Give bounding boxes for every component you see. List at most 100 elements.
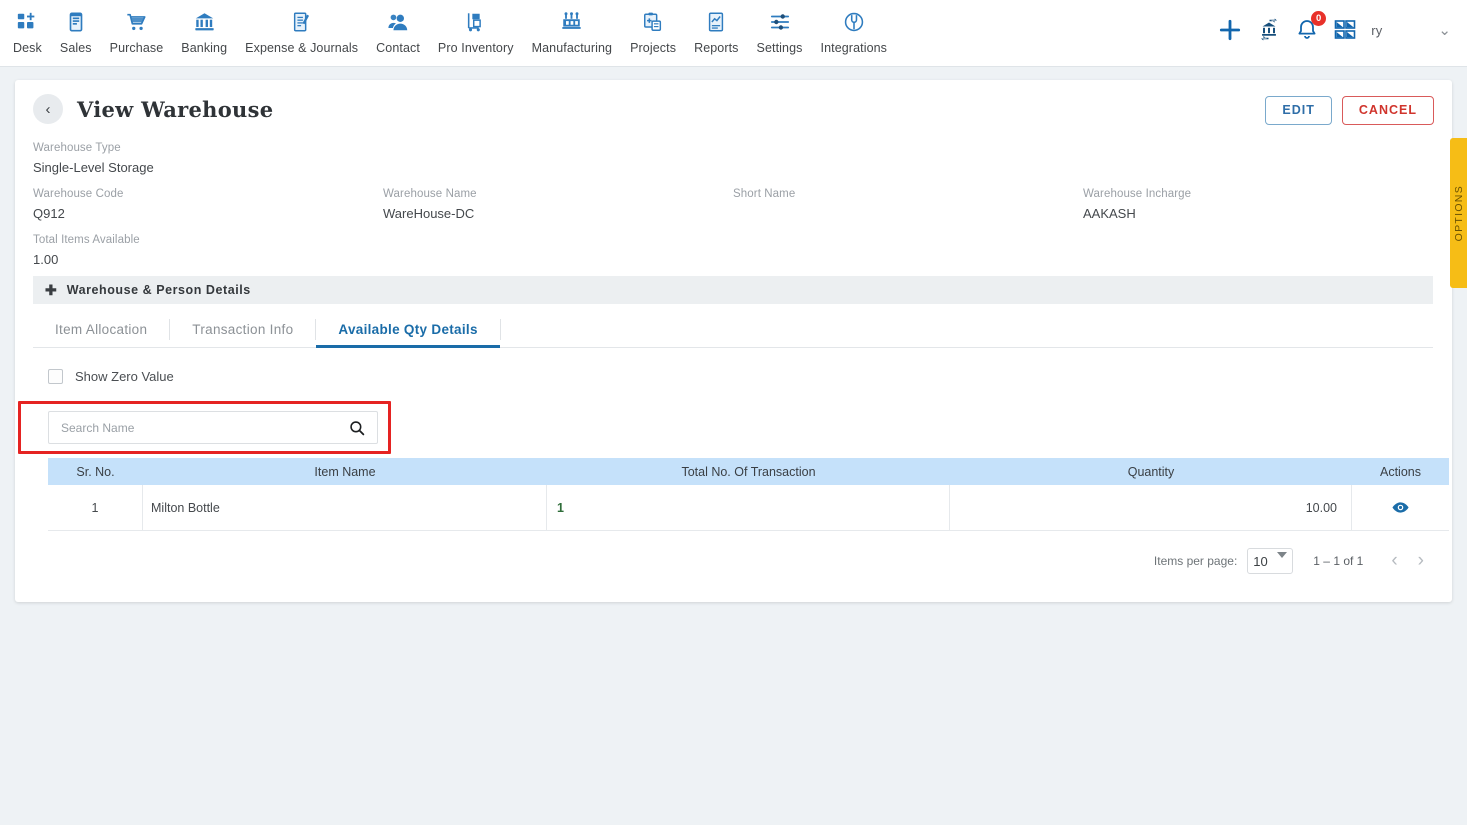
field-label: Warehouse Type: [33, 142, 121, 154]
card-header: ‹ View Warehouse: [33, 94, 273, 124]
chevron-left-icon: ‹: [45, 100, 51, 118]
nav-item-label: Manufacturing: [531, 41, 613, 55]
bank-icon: [193, 8, 216, 36]
search-input[interactable]: [59, 419, 319, 436]
search-icon[interactable]: [348, 419, 366, 437]
nav-item-reports[interactable]: Reports: [685, 8, 747, 55]
next-page-button[interactable]: ›: [1408, 550, 1434, 572]
table-row: 1 Milton Bottle 1 10.00: [48, 484, 1449, 531]
field-value: 1.00: [33, 252, 59, 267]
cell-sr-no: 1: [48, 484, 143, 531]
field-value: WareHouse-DC: [383, 206, 475, 221]
grid-apps-icon[interactable]: [1333, 18, 1357, 42]
nav-item-contact[interactable]: Contact: [367, 8, 429, 55]
eye-icon[interactable]: [1391, 498, 1410, 517]
column-header-quantity: Quantity: [1127, 464, 1175, 479]
field-row-type: Warehouse Type Single-Level Storage: [33, 142, 1433, 176]
column-header-transactions: Total No. Of Transaction: [681, 464, 816, 479]
chevron-down-icon[interactable]: ⌄: [1438, 21, 1451, 39]
field-label: Total Items Available: [33, 234, 140, 246]
chevron-down-icon: [1277, 552, 1288, 558]
cancel-button[interactable]: CANCEL: [1341, 96, 1434, 125]
section-warehouse-person-details[interactable]: ✚ Warehouse & Person Details: [33, 276, 1433, 304]
prev-page-button[interactable]: ‹: [1381, 550, 1407, 572]
user-label[interactable]: ry: [1371, 23, 1382, 38]
nav-right-actions: 0 ry ⌄: [1217, 0, 1467, 60]
column-header-actions: Actions: [1380, 464, 1421, 479]
field-short-name: Short Name: [733, 188, 1083, 222]
field-row-total: Total Items Available 1.00: [33, 234, 1433, 268]
factory-icon: [560, 8, 583, 36]
edit-button[interactable]: EDIT: [1265, 96, 1332, 125]
nav-item-label: Sales: [59, 41, 92, 55]
table-header-row: Sr. No. Item Name Total No. Of Transacti…: [48, 458, 1449, 485]
field-row-main: Warehouse Code Q912 Warehouse Name WareH…: [33, 188, 1433, 222]
tab-bar: Item Allocation Transaction Info Availab…: [33, 312, 1433, 348]
cart-icon: [125, 8, 148, 36]
inventory-trolley-icon: [465, 8, 487, 36]
field-label: Short Name: [733, 188, 796, 200]
nav-item-banking[interactable]: Banking: [172, 8, 236, 55]
column-header-item-name: Item Name: [314, 464, 376, 479]
tab-transaction-info[interactable]: Transaction Info: [170, 312, 315, 347]
tab-label: Available Qty Details: [338, 322, 478, 337]
field-value: Single-Level Storage: [33, 160, 154, 175]
tab-item-allocation[interactable]: Item Allocation: [33, 312, 169, 347]
nav-item-label: Pro Inventory: [437, 41, 514, 55]
field-warehouse-name: Warehouse Name WareHouse-DC: [383, 188, 733, 222]
bank-transfer-icon[interactable]: [1257, 18, 1281, 42]
checkbox-label: Show Zero Value: [75, 369, 174, 384]
field-label: Warehouse Code: [33, 188, 124, 200]
items-per-page-label: Items per page:: [1153, 554, 1238, 568]
journal-icon: [291, 8, 313, 36]
top-navigation-bar: Desk Sales Purchase Banking Expense & Jo…: [0, 0, 1467, 67]
cell-total-transaction[interactable]: 1: [547, 484, 950, 531]
nav-items: Desk Sales Purchase Banking Expense & Jo…: [0, 0, 896, 55]
field-warehouse-code: Warehouse Code Q912: [33, 188, 383, 222]
show-zero-value-checkbox[interactable]: Show Zero Value: [48, 369, 174, 384]
nav-item-purchase[interactable]: Purchase: [101, 8, 173, 55]
nav-item-settings[interactable]: Settings: [748, 8, 812, 55]
search-box[interactable]: [48, 411, 378, 444]
nav-item-projects[interactable]: Projects: [621, 8, 685, 55]
page-range-label: 1 – 1 of 1: [1313, 554, 1364, 568]
paginator: Items per page: 10 1 – 1 of 1 ‹ ›: [1154, 548, 1434, 574]
items-per-page-value: 10: [1253, 553, 1268, 569]
nav-item-label: Settings: [756, 41, 803, 55]
nav-item-pro-inventory[interactable]: Pro Inventory: [429, 8, 523, 55]
nav-item-expense-journals[interactable]: Expense & Journals: [236, 8, 367, 55]
nav-item-integrations[interactable]: Integrations: [812, 8, 897, 55]
bell-icon[interactable]: 0: [1295, 11, 1327, 42]
plus-icon[interactable]: [1217, 17, 1243, 43]
column-header-sr-no: Sr. No.: [76, 464, 115, 479]
field-value: AAKASH: [1083, 206, 1136, 221]
options-label: OPTIONS: [1452, 184, 1465, 242]
page-title: View Warehouse: [77, 96, 274, 122]
tab-label: Transaction Info: [192, 322, 294, 337]
contacts-icon: [387, 8, 410, 36]
section-label: Warehouse & Person Details: [66, 283, 251, 297]
header-actions: EDIT CANCEL: [1265, 96, 1434, 125]
field-warehouse-type: Warehouse Type Single-Level Storage: [33, 142, 154, 176]
clipboard-icon: [642, 8, 664, 36]
nav-item-sales[interactable]: Sales: [51, 8, 101, 55]
nav-item-label: Reports: [694, 41, 739, 55]
options-side-tab[interactable]: OPTIONS: [1450, 138, 1467, 288]
warehouse-detail-card: ‹ View Warehouse EDIT CANCEL Warehouse T…: [15, 80, 1452, 602]
receipt-icon: [65, 8, 87, 36]
items-per-page-select[interactable]: 10: [1247, 548, 1294, 574]
back-button[interactable]: ‹: [33, 94, 63, 124]
checkbox-box[interactable]: [48, 369, 63, 384]
nav-item-label: Expense & Journals: [245, 41, 359, 55]
nav-item-manufacturing[interactable]: Manufacturing: [523, 8, 622, 55]
field-warehouse-incharge: Warehouse Incharge AAKASH: [1083, 188, 1433, 222]
nav-item-label: Desk: [13, 41, 42, 55]
field-label: Warehouse Name: [383, 188, 477, 200]
cell-quantity: 10.00: [950, 484, 1352, 531]
field-value: [733, 206, 1083, 222]
nav-item-desk[interactable]: Desk: [4, 8, 51, 55]
nav-item-label: Purchase: [109, 41, 164, 55]
plug-icon: [843, 8, 865, 36]
tab-available-qty-details[interactable]: Available Qty Details: [316, 312, 501, 348]
dashboard-icon: [16, 8, 38, 36]
